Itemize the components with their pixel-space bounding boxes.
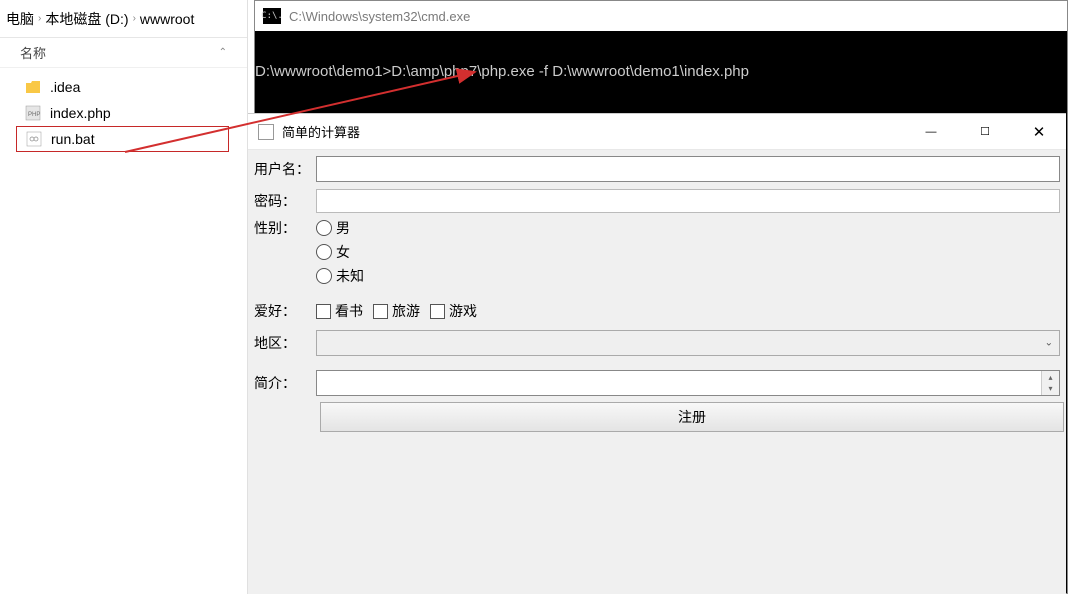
cmd-icon: C:\.: [263, 8, 281, 24]
close-button[interactable]: ✕: [1012, 114, 1066, 149]
cmd-command-line: D:\wwwroot\demo1>D:\amp\php7\php.exe -f …: [255, 63, 1067, 80]
breadcrumb-item[interactable]: 电脑: [6, 9, 34, 29]
file-name: index.php: [50, 105, 111, 121]
radio-icon: [316, 244, 332, 260]
file-item-idea-folder[interactable]: .idea: [0, 74, 247, 100]
calculator-form-window: 简单的计算器 — ☐ ✕ 用户名： 密码： 性别： 男 女: [248, 113, 1066, 594]
file-item-index-php[interactable]: PHP index.php: [0, 100, 247, 126]
column-header-name[interactable]: 名称 ⌃: [0, 38, 247, 68]
scroll-down-icon[interactable]: ▾: [1041, 382, 1059, 395]
radio-icon: [316, 220, 332, 236]
gender-radio-group: 男 女 未知: [316, 218, 364, 286]
app-icon: [258, 124, 274, 140]
chevron-down-icon: ⌄: [1045, 338, 1053, 349]
breadcrumb-item[interactable]: 本地磁盘 (D:): [45, 9, 128, 29]
window-controls: — ☐ ✕: [904, 114, 1066, 149]
checkbox-icon: [373, 304, 388, 319]
form-body: 用户名： 密码： 性别： 男 女 未知: [248, 150, 1066, 440]
submit-button[interactable]: 注册: [320, 402, 1064, 432]
file-item-run-bat[interactable]: run.bat: [16, 126, 229, 152]
password-label: 密码：: [252, 191, 316, 211]
chevron-right-icon: ›: [38, 13, 41, 24]
hobby-check-travel[interactable]: 旅游: [373, 301, 420, 321]
hobby-check-reading[interactable]: 看书: [316, 301, 363, 321]
sort-indicator-icon: ⌃: [219, 47, 227, 58]
gender-radio-male[interactable]: 男: [316, 218, 364, 238]
checkbox-icon: [430, 304, 445, 319]
region-label: 地区：: [252, 333, 316, 353]
folder-icon: [24, 79, 42, 95]
file-name: run.bat: [51, 131, 95, 147]
hobby-label: 爱好：: [252, 301, 316, 321]
file-name: .idea: [50, 79, 80, 95]
maximize-button[interactable]: ☐: [958, 114, 1012, 149]
cmd-title: C:\Windows\system32\cmd.exe: [289, 9, 470, 24]
password-input[interactable]: [316, 189, 1060, 213]
form-window-title: 简单的计算器: [282, 122, 360, 141]
intro-label: 简介：: [252, 373, 316, 393]
hobby-check-games[interactable]: 游戏: [430, 301, 477, 321]
username-label: 用户名：: [252, 159, 316, 179]
breadcrumb[interactable]: 电脑 › 本地磁盘 (D:) › wwwroot: [0, 0, 247, 38]
form-titlebar[interactable]: 简单的计算器 — ☐ ✕: [248, 114, 1066, 150]
region-select[interactable]: ⌄: [316, 330, 1060, 356]
intro-textarea[interactable]: ▴ ▾: [316, 370, 1060, 396]
file-explorer-panel: 电脑 › 本地磁盘 (D:) › wwwroot 名称 ⌃ .idea PHP …: [0, 0, 248, 594]
checkbox-icon: [316, 304, 331, 319]
hobby-checkbox-group: 看书 旅游 游戏: [316, 301, 477, 321]
gender-radio-unknown[interactable]: 未知: [316, 266, 364, 286]
radio-icon: [316, 268, 332, 284]
minimize-button[interactable]: —: [904, 114, 958, 149]
php-file-icon: PHP: [24, 105, 42, 121]
svg-text:PHP: PHP: [28, 112, 40, 118]
breadcrumb-item[interactable]: wwwroot: [140, 11, 194, 27]
gender-radio-female[interactable]: 女: [316, 242, 364, 262]
gender-label: 性别：: [252, 218, 316, 238]
chevron-right-icon: ›: [133, 13, 136, 24]
bat-file-icon: [25, 131, 43, 147]
cmd-titlebar[interactable]: C:\. C:\Windows\system32\cmd.exe: [255, 1, 1067, 31]
username-input[interactable]: [316, 156, 1060, 182]
file-list: .idea PHP index.php run.bat: [0, 68, 247, 152]
